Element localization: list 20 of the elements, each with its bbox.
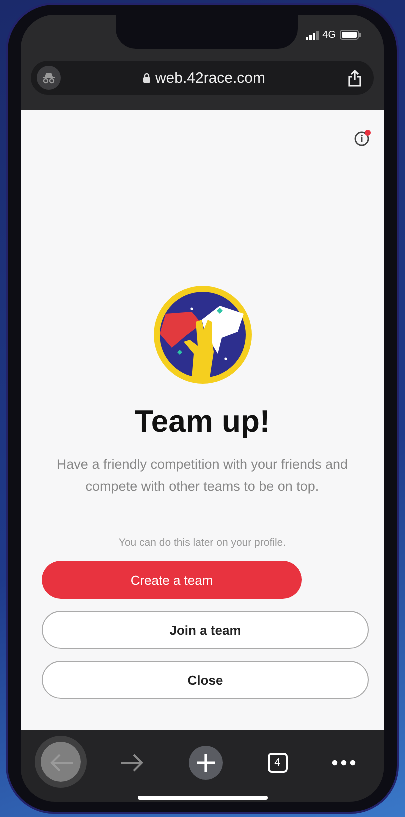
- tab-count[interactable]: 4: [268, 753, 288, 773]
- address-bar[interactable]: web.42race.com: [31, 61, 374, 95]
- new-tab-icon[interactable]: [189, 746, 224, 780]
- battery-icon: [340, 30, 362, 40]
- hint-text: You can do this later on your profile.: [118, 537, 286, 549]
- network-label: 4G: [322, 30, 336, 40]
- title: Team up!: [134, 404, 270, 440]
- url-text: web.42race.com: [155, 70, 266, 86]
- forward-icon[interactable]: [119, 753, 146, 773]
- info-icon[interactable]: [354, 129, 372, 147]
- more-icon[interactable]: [332, 760, 356, 766]
- create-button[interactable]: Create a team: [42, 561, 302, 599]
- signal-icon: [306, 30, 319, 40]
- outline-button[interactable]: Close: [42, 661, 369, 699]
- outline-button[interactable]: Join a team: [42, 611, 369, 649]
- incognito-icon[interactable]: [37, 66, 61, 90]
- team-badge-icon: [152, 284, 254, 386]
- share-icon[interactable]: [348, 70, 362, 86]
- description: Have a friendly competition with your friends and compete with other teams to be on top.: [56, 456, 350, 496]
- lock-icon: [143, 73, 152, 83]
